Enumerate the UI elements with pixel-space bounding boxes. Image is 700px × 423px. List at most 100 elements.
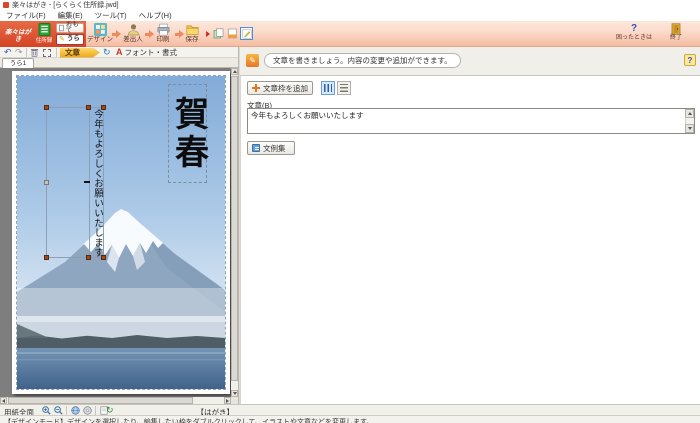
separator <box>66 406 67 415</box>
phrase-book-label: 文例集 <box>263 143 286 154</box>
title-bar: 楽々はがき - [らくらく住所録.jwd] <box>0 0 700 10</box>
status-text: 【デザインモード】デザインを選択したり、編集したい枠をダブルクリックして、イラス… <box>4 417 373 423</box>
menu-edit[interactable]: 編集(E) <box>52 10 89 21</box>
panel-help-button[interactable]: ? <box>684 54 696 66</box>
menu-help[interactable]: ヘルプ(H) <box>133 10 178 21</box>
horizontal-text-toggle[interactable] <box>337 81 351 95</box>
undo-icon[interactable]: ↶ <box>4 47 12 58</box>
scrollbar-corner <box>231 397 238 404</box>
scroll-down-button[interactable] <box>685 124 694 133</box>
edit-front-icon[interactable] <box>226 27 239 40</box>
horizontal-scrollbar[interactable] <box>0 397 231 404</box>
app-icon <box>3 2 9 8</box>
arrow-up-icon <box>688 112 692 115</box>
address-book-label: 住所録 <box>34 38 54 44</box>
address-book-button[interactable]: 住所録 <box>34 23 54 45</box>
chevron-icon <box>206 31 210 37</box>
back-side-button[interactable]: ✎ うら <box>56 34 84 45</box>
vertical-scroll-thumb[interactable] <box>231 76 238 381</box>
exit-door-icon <box>671 23 681 35</box>
selection-handle[interactable] <box>86 255 91 260</box>
step-sender-button[interactable]: 差出人 <box>119 22 147 46</box>
postcard[interactable]: 賀春 今年もよろしくお願いいたします <box>12 71 230 394</box>
add-text-frame-button[interactable]: 文章枠を追加 <box>247 81 313 95</box>
greeting-text-value: 今年もよろしくお願いいたします <box>251 111 682 120</box>
edit-back-icon[interactable] <box>240 27 253 40</box>
separator <box>56 48 57 57</box>
fuji-photo[interactable]: 賀春 今年もよろしくお願いいたします <box>17 76 225 389</box>
redo-icon[interactable]: ↷ <box>15 47 23 58</box>
horizontal-scroll-thumb[interactable] <box>8 397 193 404</box>
help-label: 困ったときは <box>612 35 656 42</box>
scroll-left-button[interactable] <box>0 397 7 404</box>
horizontal-text-icon <box>340 84 348 92</box>
exit-label: 終了 <box>660 35 692 42</box>
menu-tools[interactable]: ツール(T) <box>89 10 133 21</box>
text-panel: ✎ 文章を書きましょう。内容の変更や追加ができます。 ? 文章枠を追加 文章(B… <box>240 47 700 404</box>
greeting-text: 今年もよろしくお願いいたします <box>90 109 105 258</box>
arrow-left-icon <box>2 399 5 403</box>
tab-back-page-1[interactable]: うら1 <box>2 58 34 68</box>
design-icon <box>94 23 107 36</box>
printer-icon <box>157 23 170 36</box>
scroll-down-button[interactable] <box>231 390 238 397</box>
arrow-up-icon <box>233 70 237 73</box>
edit-toolbar: ↶ ↷ 文章 ↻ A フォント・書式 <box>0 47 240 58</box>
scroll-up-button[interactable] <box>685 109 694 118</box>
selection-handle[interactable] <box>86 105 91 110</box>
step-design-label: デザイン <box>86 36 114 43</box>
selection-handle[interactable] <box>44 180 49 185</box>
copy-design-icon[interactable] <box>212 27 225 40</box>
scroll-up-button[interactable] <box>231 68 238 75</box>
app-logo: 楽々はがき <box>2 29 34 43</box>
guide-pencil-icon: ✎ <box>246 54 259 67</box>
pencil-icon: ✎ <box>59 36 65 43</box>
window-title: 楽々はがき - [らくらく住所録.jwd] <box>12 0 119 10</box>
front-side-button[interactable]: おもて <box>56 23 84 33</box>
greeting-text-frame[interactable]: 今年もよろしくお願いいたします <box>46 107 104 258</box>
guide-bubble: 文章を書きましょう。内容の変更や追加ができます。 <box>264 53 461 68</box>
sync-icon[interactable]: ↻ <box>103 47 111 58</box>
selection-handle[interactable] <box>101 105 106 110</box>
calligraphy-text: 賀春 <box>169 96 207 172</box>
selection-handle[interactable] <box>44 105 49 110</box>
font-format-button[interactable]: A フォント・書式 <box>116 47 177 58</box>
back-side-label: うら <box>67 36 80 43</box>
greeting-text-input[interactable]: 今年もよろしくお願いいたします <box>247 108 695 134</box>
select-frame-icon[interactable] <box>43 49 51 57</box>
sender-person-icon <box>127 23 140 36</box>
scroll-right-button[interactable] <box>224 397 231 404</box>
save-folder-icon <box>186 23 199 36</box>
separator <box>26 48 27 57</box>
step-print-label: 印刷 <box>151 36 175 43</box>
step-save-button[interactable]: 保存 <box>180 22 204 46</box>
arrow-right-icon <box>226 399 229 403</box>
arrow-down-icon <box>233 392 237 395</box>
vertical-scrollbar[interactable] <box>231 68 238 397</box>
question-icon: ? <box>612 23 656 35</box>
step-print-button[interactable]: 印刷 <box>151 22 175 46</box>
status-bar: 【デザインモード】デザインを選択したり、編集したい枠をダブルクリックして、イラス… <box>0 415 700 423</box>
separator <box>95 406 96 415</box>
step-sender-label: 差出人 <box>119 36 147 43</box>
step-design-button[interactable]: デザイン <box>86 22 114 46</box>
design-canvas[interactable]: 賀春 今年もよろしくお願いいたします <box>0 68 231 397</box>
menu-bar: ファイル(F) 編集(E) ツール(T) ヘルプ(H) <box>0 10 700 21</box>
exit-button[interactable]: 終了 <box>660 23 692 45</box>
add-text-frame-label: 文章枠を追加 <box>263 83 308 94</box>
tab-text[interactable]: 文章 <box>60 48 100 58</box>
page-tab-row: うら1 <box>0 58 240 68</box>
menu-file[interactable]: ファイル(F) <box>0 10 52 21</box>
step-save-label: 保存 <box>180 36 204 43</box>
vertical-text-toggle[interactable] <box>321 81 335 95</box>
help-button[interactable]: ? 困ったときは <box>612 23 656 45</box>
font-format-label: フォント・書式 <box>125 47 178 58</box>
book-icon <box>252 144 260 152</box>
front-side-label: おもて <box>66 22 81 35</box>
calligraphy-frame[interactable]: 賀春 <box>168 84 207 183</box>
textbox-scrollbar[interactable] <box>685 109 694 133</box>
selection-handle[interactable] <box>44 255 49 260</box>
phrase-book-button[interactable]: 文例集 <box>247 141 295 155</box>
arrow-down-icon <box>688 127 692 130</box>
selection-handle[interactable] <box>101 255 106 260</box>
